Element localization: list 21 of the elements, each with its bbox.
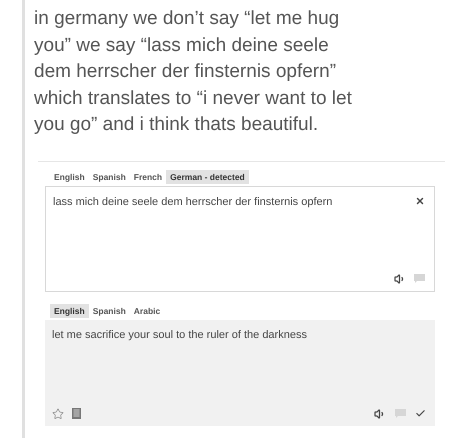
language-tab[interactable]: French [130, 170, 166, 184]
language-tab[interactable]: Spanish [88, 170, 130, 184]
language-tab[interactable]: Arabic [130, 304, 164, 318]
quote-line: dem herrscher der finsternis opfern” [34, 60, 338, 84]
star-icon[interactable] [52, 408, 64, 420]
translation-text: let me sacrifice your soul to the ruler of the darkness [52, 328, 308, 342]
speaker-icon[interactable] [394, 272, 406, 284]
quote-line: you go” and i think thats beautiful. [34, 113, 320, 137]
language-tab[interactable]: English [50, 170, 89, 184]
language-tab[interactable]: German - detected [166, 170, 249, 184]
document-icon[interactable] [72, 408, 81, 419]
quote-line: in germany we don’t say “let me hug [34, 7, 340, 31]
language-tab[interactable]: English [50, 304, 89, 318]
close-icon[interactable] [415, 196, 425, 206]
source-text-box[interactable]: lass mich deine seele dem herrscher der finsternis opfern [45, 186, 435, 292]
quote-line: which translates to “i never want to let [34, 86, 353, 110]
check-icon[interactable] [415, 408, 426, 419]
quote-line: you” we say “lass mich deine seele [34, 34, 330, 58]
speaker-icon[interactable] [374, 408, 386, 420]
source-text: lass mich deine seele dem herrscher der finsternis opfern [53, 194, 332, 210]
language-tab[interactable]: Spanish [88, 304, 130, 318]
